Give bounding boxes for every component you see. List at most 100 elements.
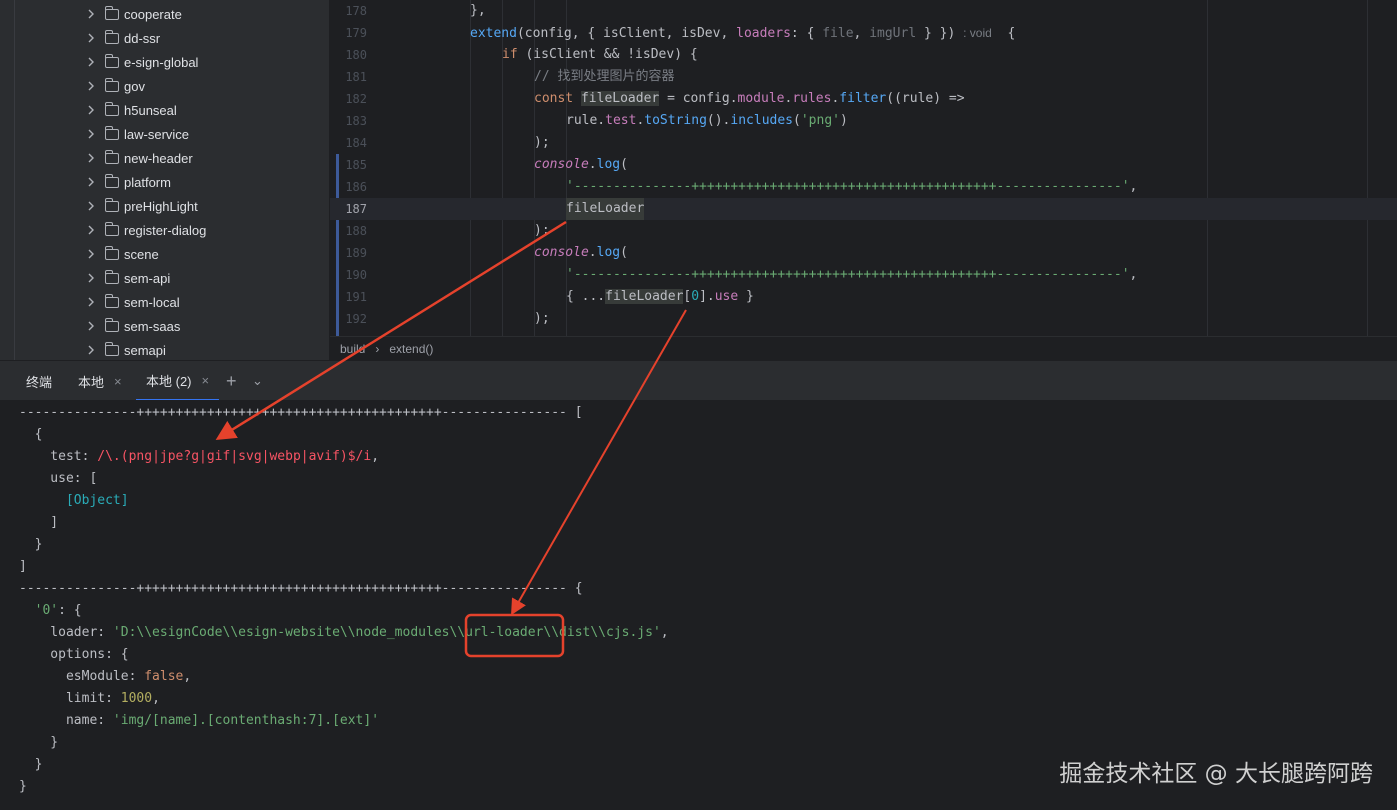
terminal-line: } (19, 757, 43, 772)
code-line-187: fileLoader (566, 198, 645, 220)
close-icon[interactable]: × (114, 374, 122, 389)
chevron-right-icon[interactable] (87, 129, 97, 139)
line-number: 178 (345, 4, 367, 18)
folder-icon (105, 125, 119, 140)
token: file (822, 26, 854, 41)
token: , (371, 449, 380, 464)
token: test: (19, 449, 98, 464)
code-line-178: }, (470, 3, 486, 18)
token: name: (19, 713, 113, 728)
token: ]. (699, 289, 715, 304)
tree-item-dd-ssr[interactable]: dd-ssr (87, 26, 160, 50)
line-number: 181 (345, 70, 367, 84)
code-line-192: ); (534, 311, 550, 326)
tree-item-gov[interactable]: gov (87, 74, 145, 98)
terminal-output[interactable]: ---------------+++++++++++++++++++++++++… (0, 400, 1397, 810)
code-editor[interactable]: 178}, 179 extend(config, { isClient, isDe… (330, 0, 1397, 336)
breadcrumb-item-build[interactable]: build (340, 342, 365, 356)
terminal-line: esModule: false, (19, 666, 191, 688)
chevron-right-icon[interactable] (87, 297, 97, 307)
tree-item-label: e-sign-global (124, 54, 199, 70)
chevron-right-icon[interactable] (87, 57, 97, 67)
tree-item-label: dd-ssr (124, 30, 161, 46)
chevron-right-icon[interactable] (87, 105, 97, 115)
token: console (534, 245, 589, 260)
chevron-right-icon[interactable] (87, 201, 97, 211)
chevron-right-icon[interactable] (87, 321, 97, 331)
token: : { (58, 603, 82, 618)
terminal-line: options: { (19, 647, 129, 662)
tree-item-cooperate[interactable]: cooperate (87, 2, 182, 26)
tree-item-label: new-header (124, 150, 193, 166)
chevron-right-icon[interactable] (87, 177, 97, 187)
token: extend (470, 26, 517, 41)
chevron-down-icon: ⌄ (252, 373, 263, 388)
tree-item-label: gov (124, 78, 145, 94)
close-icon[interactable]: × (202, 373, 210, 388)
tree-item-preHighLight[interactable]: preHighLight (87, 194, 198, 218)
line-number: 185 (345, 158, 367, 172)
tree-item-scene[interactable]: scene (87, 242, 159, 266)
terminal-tab-bar: 终端 本地 × 本地 (2) × + ⌄ (0, 360, 1397, 401)
ide-window: { "colors":{"background":"#1e1f22","pane… (0, 0, 1397, 810)
token: limit: (19, 691, 121, 706)
code-line-188: ); (534, 223, 550, 238)
folder-icon (105, 5, 119, 20)
token: , (152, 691, 160, 706)
tree-item-platform[interactable]: platform (87, 170, 171, 194)
chevron-right-icon[interactable] (87, 345, 97, 355)
tree-item-law-service[interactable]: law-service (87, 122, 189, 146)
token: toString (644, 113, 707, 128)
chevron-right-icon[interactable] (87, 33, 97, 43)
tree-item-label: semapi (124, 342, 166, 358)
code-line-184: ); (534, 135, 550, 150)
add-tab-button[interactable]: + (226, 361, 237, 401)
tree-item-sem-local[interactable]: sem-local (87, 290, 180, 314)
line-number: 184 (345, 136, 367, 150)
tree-item-e-sign-global[interactable]: e-sign-global (87, 50, 198, 74)
tree-item-semapi[interactable]: semapi (87, 338, 166, 360)
tree-item-new-header[interactable]: new-header (87, 146, 193, 170)
token: '0' (34, 603, 59, 618)
line-number: 180 (345, 48, 367, 62)
tree-item-sem-saas[interactable]: sem-saas (87, 314, 180, 338)
line-number: 192 (345, 312, 367, 326)
folder-icon (105, 53, 119, 68)
tab-local-2-label: 本地 (2) (146, 373, 192, 389)
line-number: 183 (345, 114, 367, 128)
tree-item-sem-api[interactable]: sem-api (87, 266, 170, 290)
token: , (183, 669, 192, 684)
code-line-186: '---------------++++++++++++++++++++++++… (566, 176, 1137, 198)
token: ((rule) => (886, 91, 965, 106)
token: fileLoader (580, 91, 660, 106)
tree-item-register-dialog[interactable]: register-dialog (87, 218, 206, 242)
chevron-right-icon[interactable] (87, 249, 97, 259)
chevron-right-icon[interactable] (87, 153, 97, 163)
token: module (737, 91, 785, 106)
chevron-right-icon[interactable] (87, 9, 97, 19)
token: rules (792, 91, 832, 106)
breadcrumb: build › extend() (330, 336, 1397, 360)
terminal-line: } (19, 537, 43, 552)
token: (config, { isClient, isDev, (516, 26, 737, 41)
tab-dropdown-button[interactable]: ⌄ (252, 361, 263, 401)
line-number: 189 (345, 246, 367, 260)
folder-icon (105, 245, 119, 260)
folder-icon (105, 341, 119, 356)
code-line-180: if (isClient && !isDev) { (502, 44, 698, 66)
tab-local-label: 本地 (78, 374, 105, 390)
tab-local-2[interactable]: 本地 (2) × (136, 361, 220, 401)
token: test (605, 113, 637, 128)
breadcrumb-item-extend[interactable]: extend() (389, 342, 433, 356)
token: 'png' (800, 113, 840, 128)
token: ( (620, 157, 628, 172)
chevron-right-icon[interactable] (87, 273, 97, 283)
token: } (738, 289, 754, 304)
token: esModule: (19, 669, 145, 684)
tree-item-h5unseal[interactable]: h5unseal (87, 98, 177, 122)
token: . (588, 157, 597, 172)
chevron-right-icon[interactable] (87, 225, 97, 235)
tab-local[interactable]: 本地 × (78, 361, 122, 401)
chevron-right-icon[interactable] (87, 81, 97, 91)
code-line-191: { ...fileLoader[0].use } (566, 286, 754, 308)
